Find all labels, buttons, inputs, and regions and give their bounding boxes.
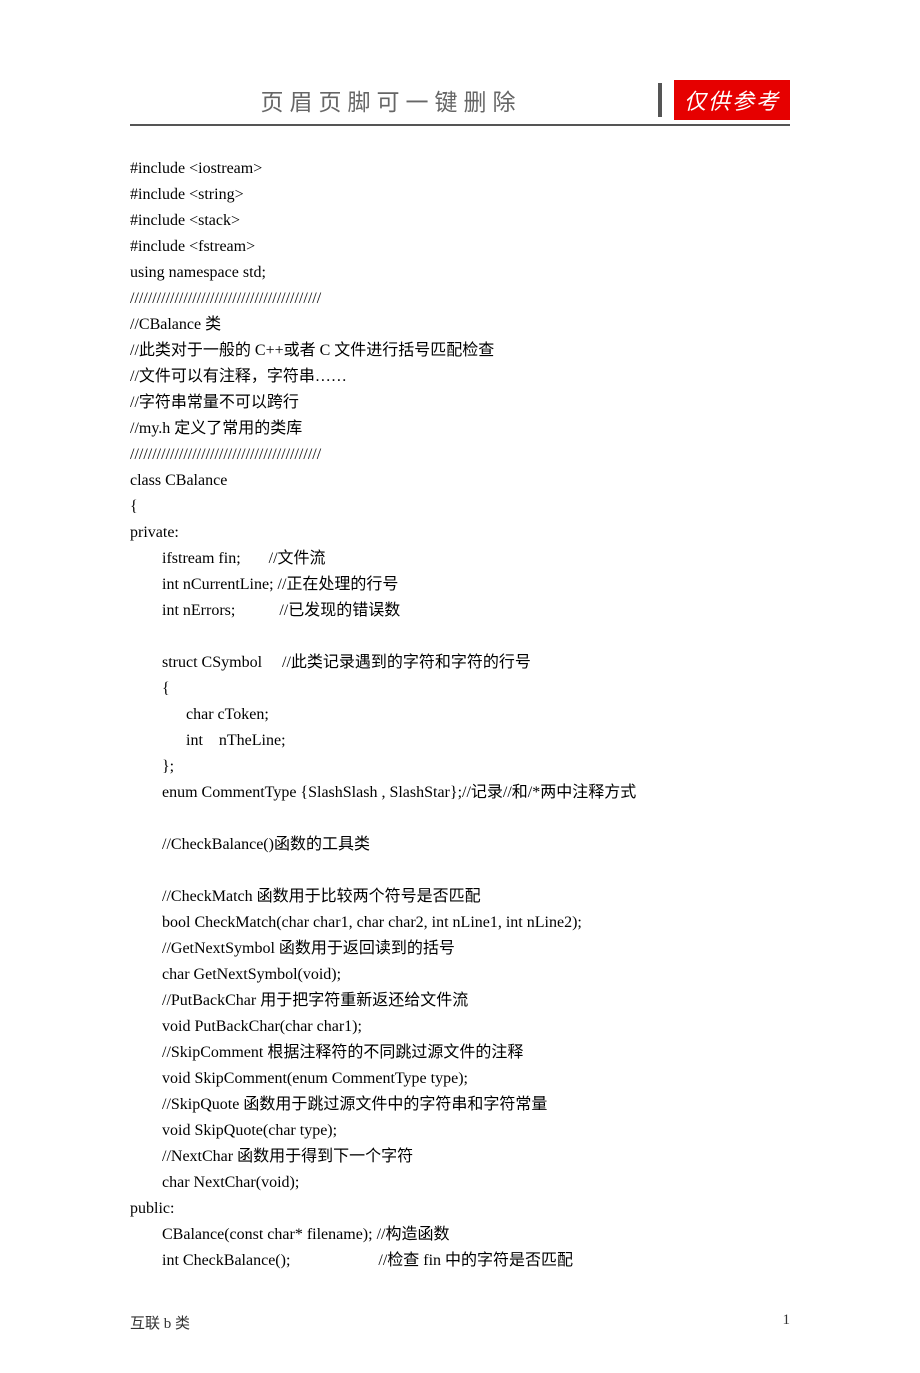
header-title: 页眉页脚可一键删除 bbox=[130, 83, 652, 117]
footer-left: 互联 b 类 bbox=[130, 1312, 190, 1333]
page-header: 页眉页脚可一键删除 仅供参考 bbox=[130, 80, 790, 126]
page-footer: 互联 b 类 1 bbox=[130, 1312, 790, 1333]
code-body: #include <iostream> #include <string> #i… bbox=[130, 156, 790, 1274]
document-page: 页眉页脚可一键删除 仅供参考 #include <iostream> #incl… bbox=[0, 0, 920, 1373]
footer-page-number: 1 bbox=[783, 1312, 791, 1333]
header-badge: 仅供参考 bbox=[674, 80, 790, 120]
header-divider bbox=[658, 83, 662, 117]
